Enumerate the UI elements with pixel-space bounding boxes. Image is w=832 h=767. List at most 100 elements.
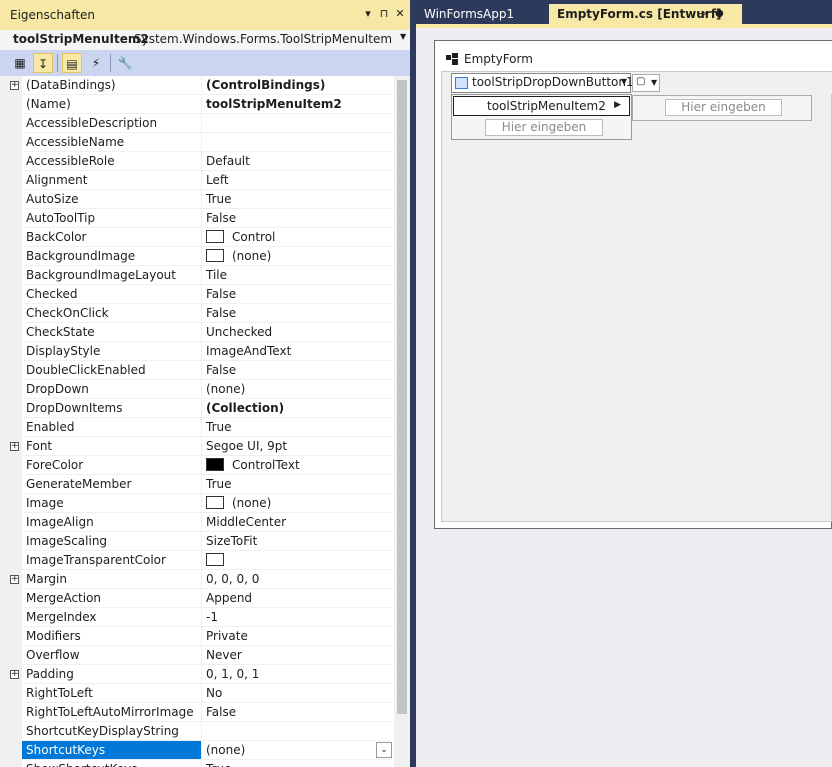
property-row[interactable]: AutoSize True <box>0 190 394 209</box>
property-value[interactable]: Append <box>202 589 394 608</box>
property-value[interactable]: True <box>202 418 394 437</box>
window-position-icon[interactable]: ▾ <box>360 6 376 22</box>
property-row[interactable]: DoubleClickEnabled False <box>0 361 394 380</box>
property-row[interactable]: CheckOnClick False <box>0 304 394 323</box>
chevron-down-icon[interactable]: ▼ <box>400 32 406 41</box>
property-row[interactable]: + Font Segoe UI, 9pt <box>0 437 394 456</box>
property-value[interactable]: ControlText <box>202 456 394 475</box>
property-row[interactable]: Overflow Never <box>0 646 394 665</box>
property-value[interactable]: (Collection) <box>202 399 394 418</box>
property-row[interactable]: + (DataBindings) (ControlBindings) <box>0 76 394 95</box>
property-value[interactable]: False <box>202 361 394 380</box>
property-value[interactable] <box>202 722 394 741</box>
property-row[interactable]: MergeIndex -1 <box>0 608 394 627</box>
property-value[interactable]: (none) <box>202 380 394 399</box>
property-row[interactable]: Image (none) <box>0 494 394 513</box>
property-row[interactable]: BackgroundImageLayout Tile <box>0 266 394 285</box>
events-icon[interactable]: ⚡ <box>86 53 106 73</box>
scrollbar-thumb[interactable] <box>397 80 407 714</box>
property-row[interactable]: ImageTransparentColor <box>0 551 394 570</box>
property-value[interactable]: (none) <box>202 494 394 513</box>
property-row[interactable]: MergeAction Append <box>0 589 394 608</box>
property-row[interactable]: DropDownItems (Collection) <box>0 399 394 418</box>
property-row[interactable]: CheckState Unchecked <box>0 323 394 342</box>
property-value[interactable]: ImageAndText <box>202 342 394 361</box>
property-row[interactable]: ShortcutKeys (none) ⌄ <box>0 741 394 760</box>
property-value[interactable]: False <box>202 209 394 228</box>
property-value[interactable]: Left <box>202 171 394 190</box>
pin-icon[interactable]: ⊓ <box>376 6 392 22</box>
close-icon[interactable]: ✕ <box>392 6 408 22</box>
property-value[interactable]: (ControlBindings) <box>202 76 394 95</box>
color-swatch <box>206 230 224 243</box>
property-row[interactable]: + Margin 0, 0, 0, 0 <box>0 570 394 589</box>
property-value[interactable]: toolStripMenuItem2 <box>202 95 394 114</box>
property-value[interactable]: 0, 1, 0, 1 <box>202 665 394 684</box>
property-row[interactable]: DisplayStyle ImageAndText <box>0 342 394 361</box>
expand-icon[interactable]: + <box>10 575 19 584</box>
property-row[interactable]: AccessibleName <box>0 133 394 152</box>
property-value[interactable]: Private <box>202 627 394 646</box>
property-value[interactable]: MiddleCenter <box>202 513 394 532</box>
property-value[interactable]: SizeToFit <box>202 532 394 551</box>
property-row[interactable]: (Name) toolStripMenuItem2 <box>0 95 394 114</box>
expand-icon[interactable]: + <box>10 81 19 90</box>
property-value[interactable] <box>202 551 394 570</box>
expand-icon[interactable]: + <box>10 442 19 451</box>
property-row[interactable]: ImageScaling SizeToFit <box>0 532 394 551</box>
pin-icon[interactable]: ⊸ <box>697 4 706 24</box>
property-value[interactable]: (none) ⌄ <box>202 741 394 760</box>
property-row[interactable]: + Padding 0, 1, 0, 1 <box>0 665 394 684</box>
property-row[interactable]: Alignment Left <box>0 171 394 190</box>
property-row[interactable]: Checked False <box>0 285 394 304</box>
property-value[interactable]: True <box>202 760 394 767</box>
tab-winformsapp1[interactable]: WinFormsApp1 <box>416 4 556 24</box>
chevron-down-icon[interactable]: ⌄ <box>376 742 392 758</box>
property-row[interactable]: ImageAlign MiddleCenter <box>0 513 394 532</box>
property-value[interactable]: Default <box>202 152 394 171</box>
alphabetical-icon[interactable]: ↧ <box>33 53 53 73</box>
object-selector[interactable]: toolStripMenuItem2 System.Windows.Forms.… <box>0 30 410 50</box>
property-row[interactable]: ShowShortcutKeys True <box>0 760 394 767</box>
property-value[interactable]: No <box>202 684 394 703</box>
property-row[interactable]: AccessibleDescription <box>0 114 394 133</box>
type-here-submenu-input[interactable]: Hier eingeben <box>665 99 782 116</box>
property-value[interactable]: False <box>202 304 394 323</box>
property-value[interactable] <box>202 133 394 152</box>
tab-emptyform-designer[interactable]: EmptyForm.cs [Entwurf] ⊸ ● <box>549 4 742 24</box>
property-value[interactable]: (none) <box>202 247 394 266</box>
property-row[interactable]: RightToLeftAutoMirrorImage False <box>0 703 394 722</box>
property-value[interactable]: Unchecked <box>202 323 394 342</box>
property-value[interactable]: True <box>202 475 394 494</box>
property-value[interactable]: -1 <box>202 608 394 627</box>
toolstrip-dropdown-button[interactable]: toolStripDropDownButton1 ▼ <box>451 73 634 93</box>
property-value[interactable]: True <box>202 190 394 209</box>
property-row[interactable]: AutoToolTip False <box>0 209 394 228</box>
property-row[interactable]: RightToLeft No <box>0 684 394 703</box>
property-row[interactable]: GenerateMember True <box>0 475 394 494</box>
type-here-menu-input[interactable]: Hier eingeben <box>485 119 603 136</box>
property-value[interactable]: False <box>202 703 394 722</box>
add-toolstrip-item-button[interactable]: ▢ ▼ <box>632 74 660 92</box>
property-value[interactable]: 0, 0, 0, 0 <box>202 570 394 589</box>
properties-icon[interactable]: ▤ <box>62 53 82 73</box>
property-row[interactable]: ForeColor ControlText <box>0 456 394 475</box>
property-row[interactable]: AccessibleRole Default <box>0 152 394 171</box>
property-row[interactable]: Enabled True <box>0 418 394 437</box>
property-row[interactable]: ShortcutKeyDisplayString <box>0 722 394 741</box>
property-value[interactable] <box>202 114 394 133</box>
property-value[interactable]: Segoe UI, 9pt <box>202 437 394 456</box>
property-row[interactable]: BackColor Control <box>0 228 394 247</box>
property-value[interactable]: Control <box>202 228 394 247</box>
property-value[interactable]: False <box>202 285 394 304</box>
property-value[interactable]: Tile <box>202 266 394 285</box>
property-row[interactable]: Modifiers Private <box>0 627 394 646</box>
expand-icon[interactable]: + <box>10 670 19 679</box>
property-pages-icon[interactable]: 🔧 <box>115 53 135 73</box>
categorized-icon[interactable]: ▦ <box>10 53 30 73</box>
modified-dot-icon[interactable]: ● <box>715 4 724 24</box>
property-value[interactable]: Never <box>202 646 394 665</box>
property-row[interactable]: DropDown (none) <box>0 380 394 399</box>
menu-item-toolstripmenuitem2[interactable]: toolStripMenuItem2 ▶ <box>453 96 630 116</box>
property-row[interactable]: BackgroundImage (none) <box>0 247 394 266</box>
